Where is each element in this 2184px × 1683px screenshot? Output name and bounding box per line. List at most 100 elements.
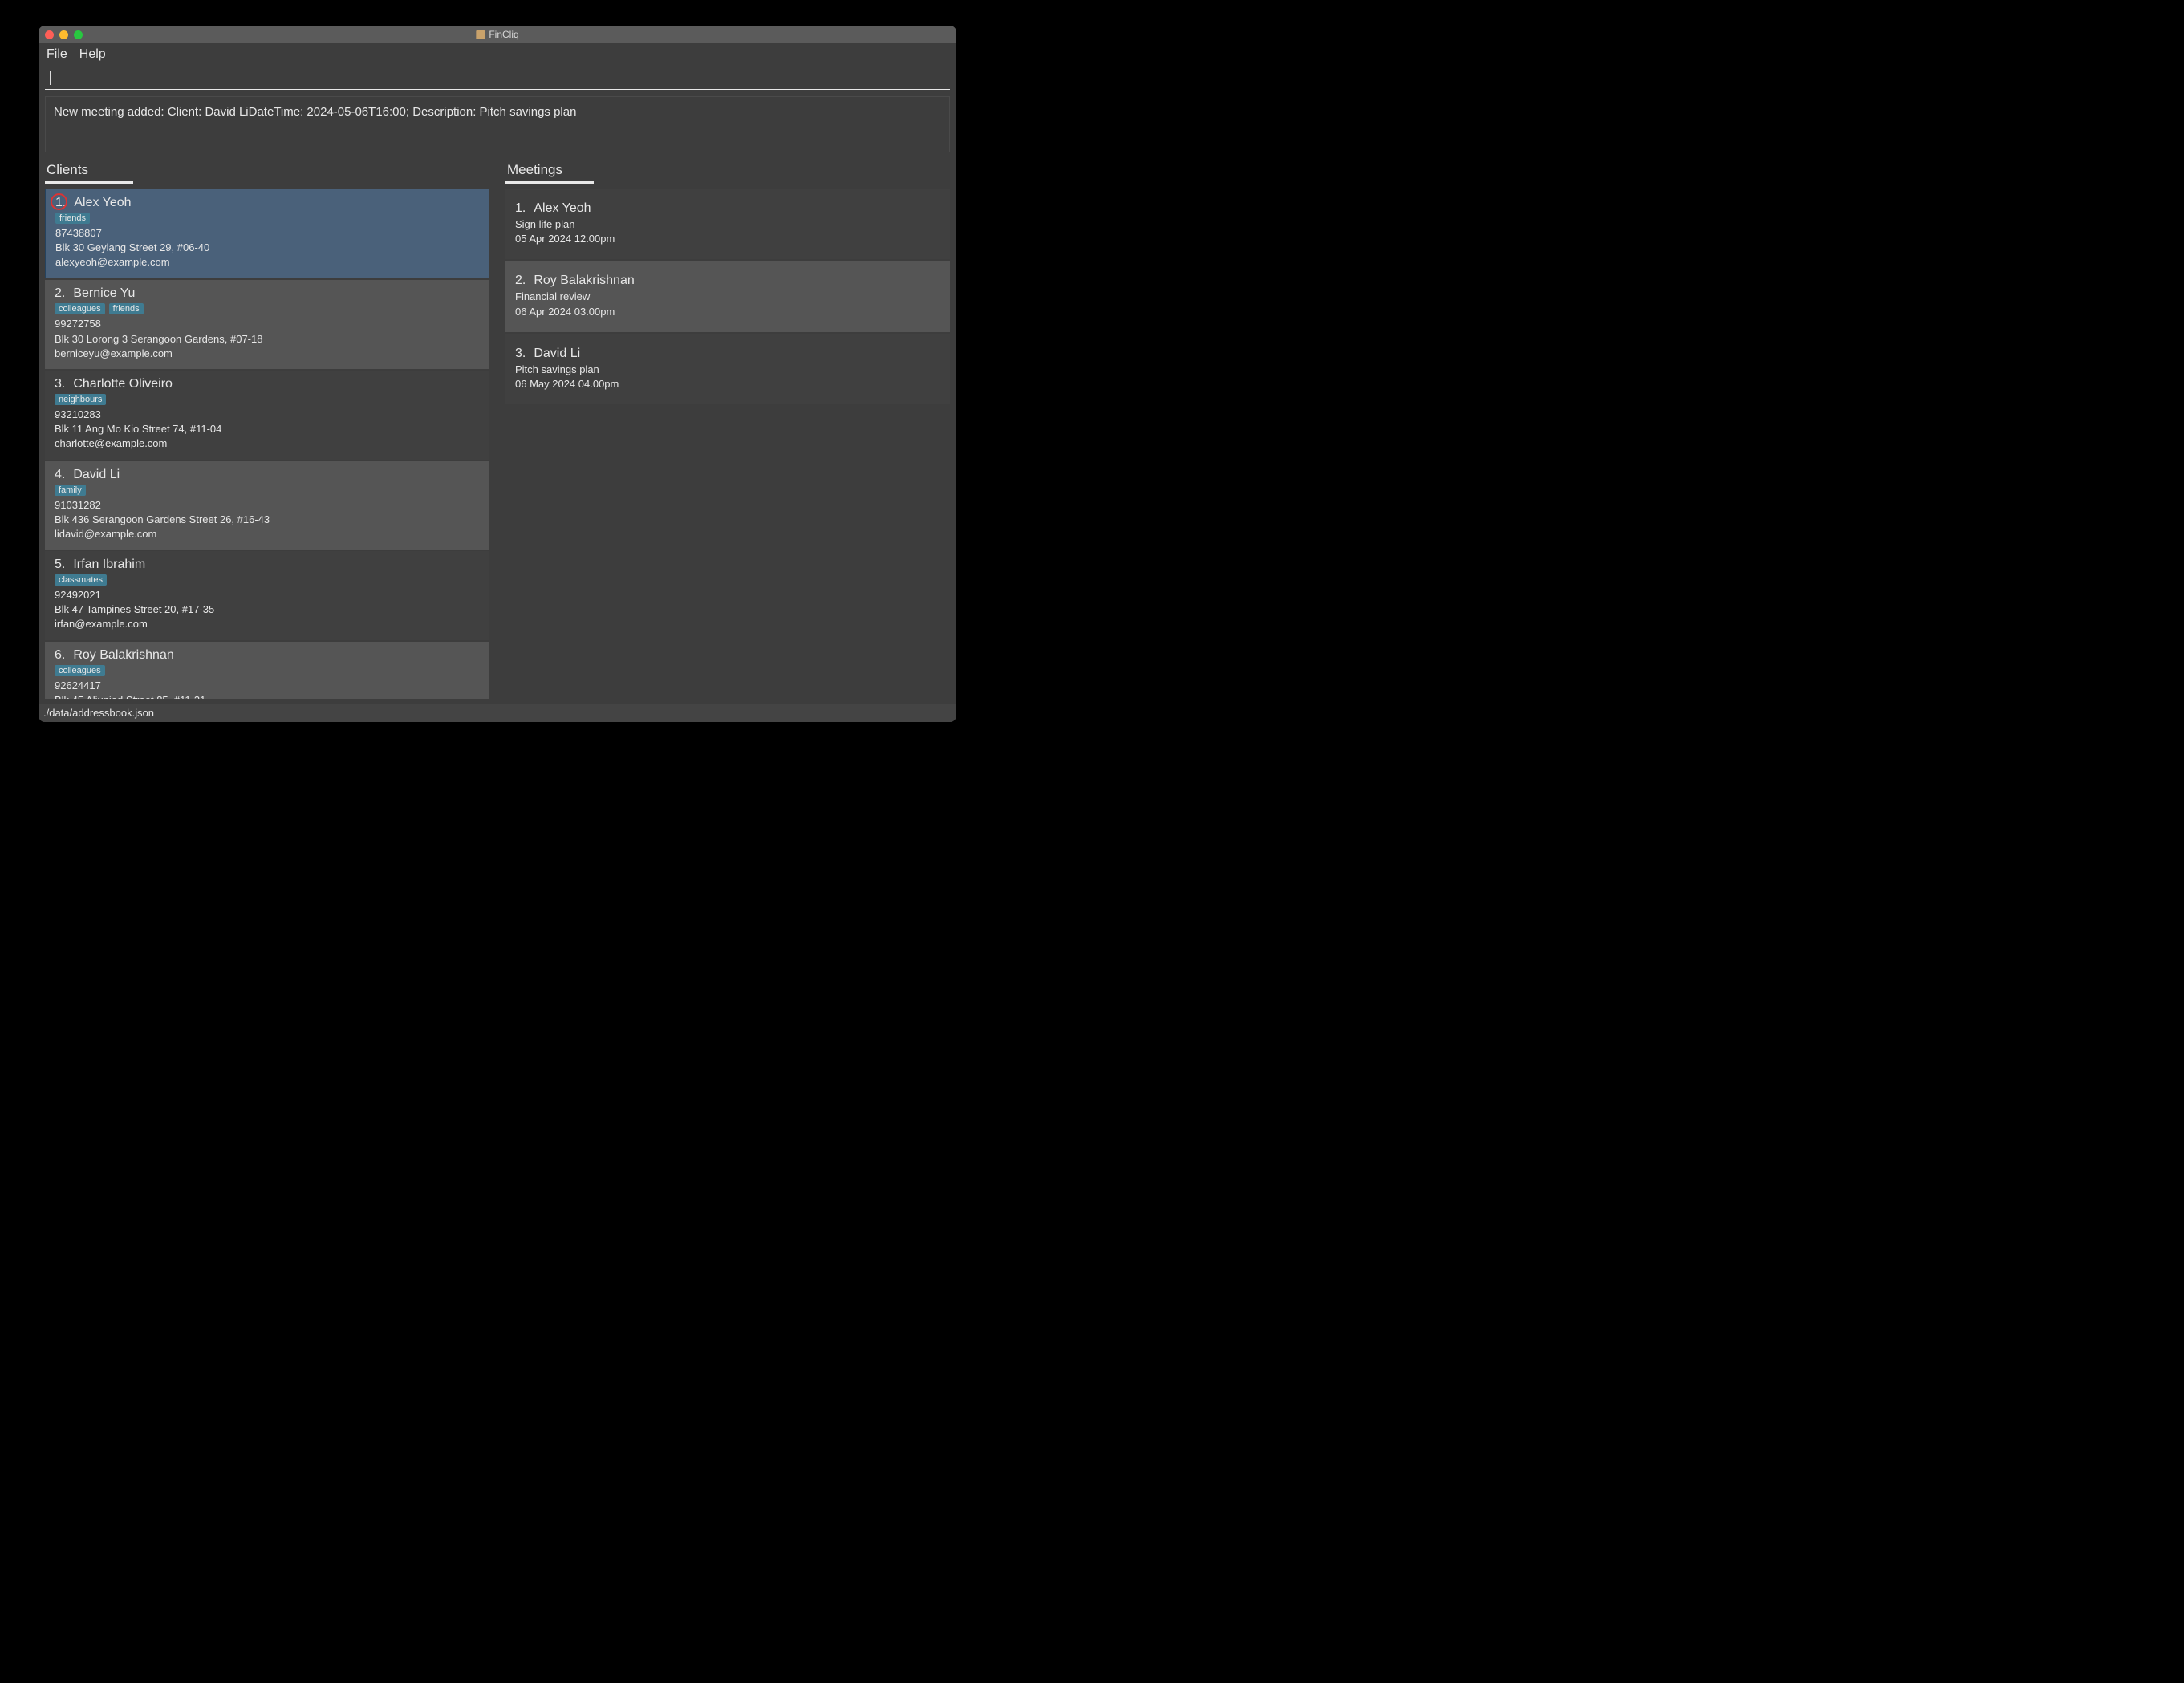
app-icon xyxy=(476,30,485,39)
meeting-title: 1. Alex Yeoh xyxy=(515,201,940,216)
client-title: 6. Roy Balakrishnan xyxy=(55,648,480,663)
client-card[interactable]: 3. Charlotte Oliveiro neighbours 93210283Bl… xyxy=(45,371,489,460)
meetings-header-underline xyxy=(505,181,594,184)
meetings-list[interactable]: 1. Alex YeohSign life plan05 Apr 2024 12.… xyxy=(505,189,950,404)
client-title: 4. David Li xyxy=(55,468,480,482)
tag: colleagues xyxy=(55,665,105,676)
main-panels: Clients 1.Alex Yeohfriends87438807Blk 30… xyxy=(39,156,956,704)
meeting-description: Sign life plan xyxy=(515,217,940,232)
client-address: Blk 47 Tampines Street 20, #17-35 xyxy=(55,602,480,617)
tag: friends xyxy=(109,303,144,314)
client-phone: 92624417 xyxy=(55,679,480,693)
meeting-index: 2. xyxy=(515,274,526,288)
client-phone: 91031282 xyxy=(55,498,480,513)
meeting-datetime: 06 Apr 2024 03.00pm xyxy=(515,305,940,319)
menu-file[interactable]: File xyxy=(47,47,67,62)
meeting-description: Financial review xyxy=(515,290,940,304)
window-title: FinCliq xyxy=(476,29,518,40)
client-tags: colleagues friends xyxy=(55,303,480,314)
client-phone: 87438807 xyxy=(55,226,479,241)
client-tags: classmates xyxy=(55,574,480,586)
meeting-client-name: Roy Balakrishnan xyxy=(534,274,634,288)
clients-panel: Clients 1.Alex Yeohfriends87438807Blk 30… xyxy=(42,156,493,699)
client-tags: colleagues xyxy=(55,665,480,676)
client-card[interactable]: 5. Irfan Ibrahim classmates 92492021Blk 47 … xyxy=(45,551,489,640)
command-input[interactable] xyxy=(45,66,950,90)
meeting-index: 3. xyxy=(515,347,526,361)
client-email: berniceyu@example.com xyxy=(55,347,480,361)
client-index: 5. xyxy=(55,558,65,572)
client-index: 1. xyxy=(55,196,66,210)
command-area xyxy=(39,66,956,90)
client-name: Alex Yeoh xyxy=(74,196,131,210)
client-name: Bernice Yu xyxy=(73,286,135,301)
tag: neighbours xyxy=(55,394,106,405)
client-name: David Li xyxy=(73,468,120,482)
client-title: 5. Irfan Ibrahim xyxy=(55,558,480,572)
tag: friends xyxy=(55,213,90,224)
client-index: 4. xyxy=(55,468,65,482)
meeting-card[interactable]: 1. Alex YeohSign life plan05 Apr 2024 12.… xyxy=(505,189,950,259)
client-address: Blk 30 Lorong 3 Serangoon Gardens, #07-1… xyxy=(55,332,480,347)
meeting-client-name: Alex Yeoh xyxy=(534,201,591,216)
maximize-icon[interactable] xyxy=(74,30,83,39)
client-tags: neighbours xyxy=(55,394,480,405)
client-phone: 93210283 xyxy=(55,408,480,422)
close-icon[interactable] xyxy=(45,30,54,39)
client-tags: friends xyxy=(55,213,479,224)
client-tags: family xyxy=(55,485,480,496)
menubar: File Help xyxy=(39,43,956,66)
client-email: lidavid@example.com xyxy=(55,527,480,541)
client-name: Charlotte Oliveiro xyxy=(73,377,173,391)
meeting-card[interactable]: 3. David Li Pitch savings plan06 May 2024 … xyxy=(505,334,950,404)
client-card[interactable]: 4. David Li family 91031282Blk 436 Serangoo… xyxy=(45,461,489,550)
meetings-panel: Meetings 1. Alex YeohSign life plan05 Apr… xyxy=(502,156,953,699)
client-name: Irfan Ibrahim xyxy=(73,558,145,572)
meetings-header: Meetings xyxy=(505,156,950,181)
meeting-description: Pitch savings plan xyxy=(515,363,940,377)
text-caret xyxy=(50,71,51,85)
client-address: Blk 30 Geylang Street 29, #06-40 xyxy=(55,241,479,255)
menu-help[interactable]: Help xyxy=(79,47,106,62)
window-controls xyxy=(45,30,83,39)
statusbar: ./data/addressbook.json xyxy=(39,704,956,722)
tag: family xyxy=(55,485,86,496)
client-index: 2. xyxy=(55,286,65,301)
result-text: New meeting added: Client: David LiDateT… xyxy=(54,105,576,119)
meeting-datetime: 06 May 2024 04.00pm xyxy=(515,377,940,391)
tag: colleagues xyxy=(55,303,105,314)
minimize-icon[interactable] xyxy=(59,30,68,39)
meeting-title: 3. David Li xyxy=(515,347,940,361)
statusbar-text: ./data/addressbook.json xyxy=(43,707,154,719)
client-title: 3. Charlotte Oliveiro xyxy=(55,377,480,391)
meeting-card[interactable]: 2. Roy Balakrishnan Financial review06 Apr… xyxy=(505,261,950,331)
tag: classmates xyxy=(55,574,107,586)
titlebar: FinCliq xyxy=(39,26,956,43)
meeting-index: 1. xyxy=(515,201,526,216)
client-address: Blk 11 Ang Mo Kio Street 74, #11-04 xyxy=(55,422,480,436)
clients-header-underline xyxy=(45,181,133,184)
client-email: alexyeoh@example.com xyxy=(55,255,479,270)
client-address: Blk 436 Serangoon Gardens Street 26, #16… xyxy=(55,513,480,527)
window-title-text: FinCliq xyxy=(489,29,518,40)
client-title: 1. Alex Yeoh xyxy=(55,196,479,210)
client-title: 2. Bernice Yu xyxy=(55,286,480,301)
meeting-client-name: David Li xyxy=(534,347,580,361)
client-email: irfan@example.com xyxy=(55,617,480,631)
client-card[interactable]: 6. Roy Balakrishnan colleagues 92624417Blk … xyxy=(45,642,489,699)
client-name: Roy Balakrishnan xyxy=(73,648,173,663)
clients-header: Clients xyxy=(45,156,489,181)
client-phone: 92492021 xyxy=(55,588,480,602)
client-phone: 99272758 xyxy=(55,317,480,331)
client-address: Blk 45 Aljunied Street 85, #11-31 xyxy=(55,693,480,699)
client-card[interactable]: 2. Bernice Yu colleagues friends 99272758Blk… xyxy=(45,280,489,369)
app-window: FinCliq File Help New meeting added: Cli… xyxy=(39,26,956,722)
clients-list[interactable]: 1. Alex Yeoh friends 87438807Blk 30 Geylang… xyxy=(45,189,489,699)
client-card[interactable]: 1. Alex Yeoh friends 87438807Blk 30 Geylang… xyxy=(45,189,489,279)
meeting-title: 2. Roy Balakrishnan xyxy=(515,274,940,288)
result-display: New meeting added: Client: David LiDateT… xyxy=(45,96,950,152)
client-email: charlotte@example.com xyxy=(55,436,480,451)
client-index: 3. xyxy=(55,377,65,391)
client-index: 6. xyxy=(55,648,65,663)
meeting-datetime: 05 Apr 2024 12.00pm xyxy=(515,232,940,246)
